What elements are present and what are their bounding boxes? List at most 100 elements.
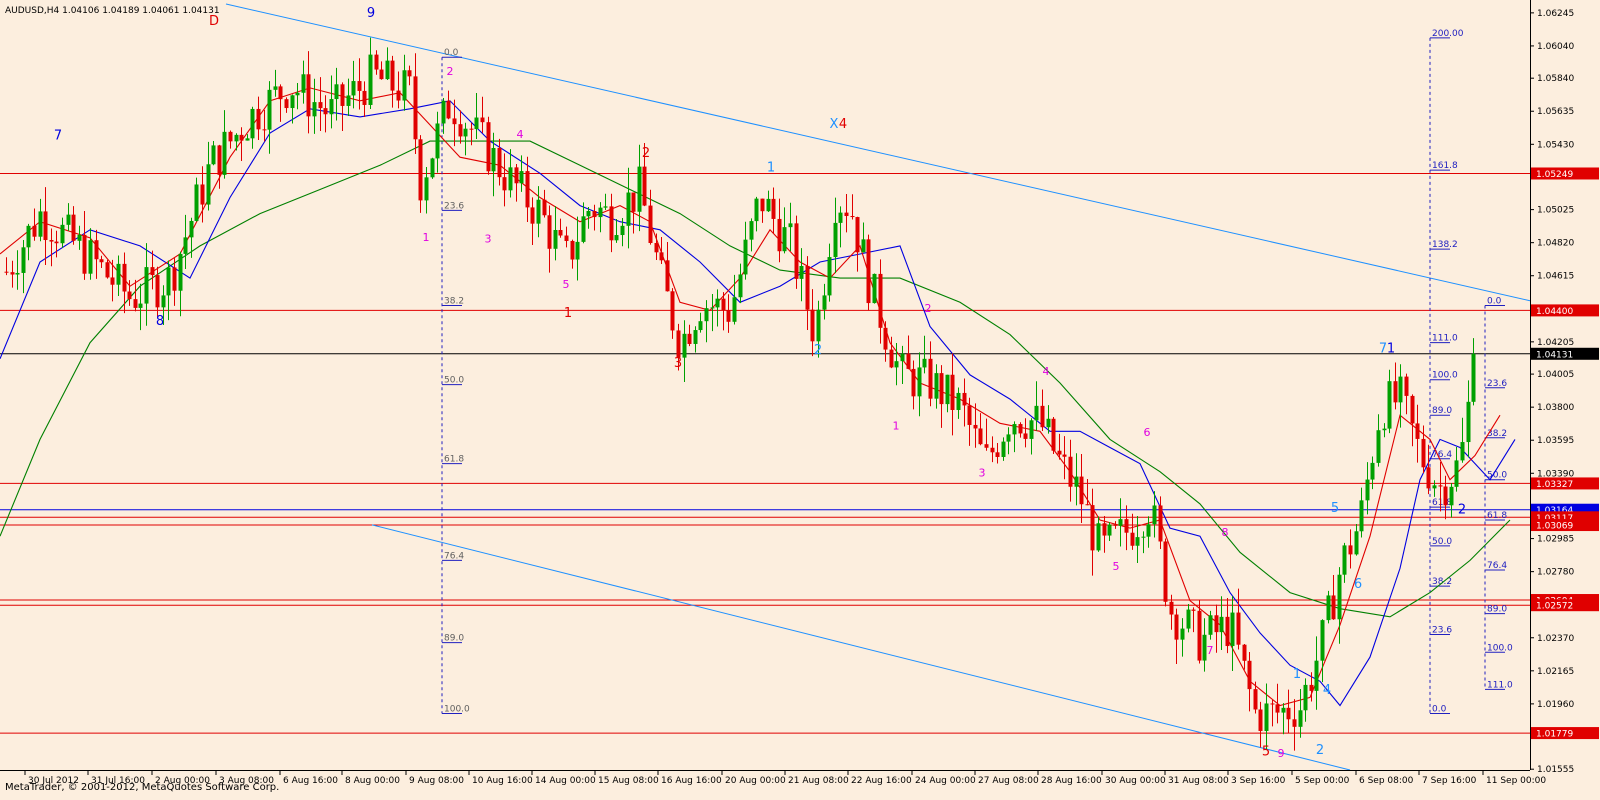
candle-body-68 <box>385 60 390 80</box>
wave-label-30: 9 <box>1278 747 1285 760</box>
candle-body-180 <box>1012 424 1017 435</box>
candle-body-125 <box>704 308 709 322</box>
candle-body-22 <box>127 291 132 300</box>
candle-body-171 <box>962 392 967 406</box>
candle-body-242 <box>1359 500 1364 532</box>
candle-body-246 <box>1382 428 1387 431</box>
price-box-label: 1.04131 <box>1536 350 1573 360</box>
candle-body-208 <box>1169 601 1174 615</box>
candle-body-148 <box>833 222 838 258</box>
x-tick-label: 11 Sep 00:00 <box>1486 776 1546 786</box>
candle-body-134 <box>754 198 759 222</box>
candle-body-174 <box>978 428 983 445</box>
candle-body-13 <box>77 234 82 241</box>
candle-body-155 <box>872 273 877 304</box>
candle-body-112 <box>631 192 636 212</box>
candle-body-260 <box>1460 442 1465 461</box>
candle-body-84 <box>474 117 479 130</box>
candle-body-115 <box>648 205 653 244</box>
candle-body-158 <box>889 349 894 368</box>
candle-body-29 <box>166 267 171 296</box>
candle-body-244 <box>1370 462 1375 480</box>
wave-label-2: 7 <box>54 128 62 143</box>
wave-label-17: 1 <box>893 420 900 433</box>
x-tick-label: 9 Aug 08:00 <box>409 776 464 786</box>
y-tick-label: 1.05430 <box>1537 140 1574 150</box>
candle-body-67 <box>379 69 384 80</box>
candle-body-219 <box>1230 612 1235 647</box>
candle-body-259 <box>1454 460 1459 487</box>
wave-label-15: 2 <box>814 343 822 358</box>
wave-label-12: 1 <box>767 161 775 176</box>
candle-body-5 <box>32 225 37 237</box>
candle-body-161 <box>906 353 911 369</box>
candle-body-234 <box>1314 660 1319 691</box>
x-tick-label: 27 Aug 08:00 <box>978 776 1039 786</box>
price-box-label: 1.03327 <box>1536 480 1573 490</box>
candle-body-167 <box>939 373 944 405</box>
candle-body-194 <box>1090 505 1095 551</box>
candle-body-202 <box>1135 537 1140 546</box>
candle-body-225 <box>1264 703 1269 731</box>
candle-body-256 <box>1438 485 1443 487</box>
candle-body-221 <box>1242 644 1247 661</box>
candle-body-117 <box>659 252 664 261</box>
candle-body-129 <box>726 310 731 322</box>
candle-body-15 <box>88 240 93 274</box>
y-tick-label: 1.05840 <box>1537 74 1574 84</box>
candle-body-185 <box>1040 405 1045 428</box>
candle-body-232 <box>1303 684 1308 711</box>
candle-body-1 <box>10 272 15 275</box>
fib-level-label: 23.6 <box>1487 379 1507 389</box>
fib-level-label: 111.0 <box>1432 334 1458 344</box>
wave-label-6: 3 <box>485 233 492 246</box>
candle-body-220 <box>1236 612 1241 645</box>
candle-body-133 <box>749 221 754 240</box>
candle-body-247 <box>1387 381 1392 429</box>
candle-body-66 <box>374 54 379 70</box>
candle-body-198 <box>1113 524 1118 526</box>
candle-body-173 <box>973 424 978 429</box>
candle-body-229 <box>1286 707 1291 720</box>
candle-body-147 <box>827 257 832 296</box>
candle-body-175 <box>984 444 989 448</box>
candle-body-94 <box>530 207 535 224</box>
candle-body-12 <box>71 214 76 241</box>
copyright-footer: MetaTrader, © 2001-2012, MetaQuotes Soft… <box>5 782 279 793</box>
x-tick-label: 15 Aug 08:00 <box>598 776 659 786</box>
candle-body-65 <box>368 54 373 105</box>
wave-label-1: 9 <box>367 6 375 21</box>
candle-body-237 <box>1331 595 1336 620</box>
candle-body-3 <box>21 247 26 273</box>
x-tick-label: 8 Aug 00:00 <box>345 776 400 786</box>
candle-body-146 <box>822 295 827 310</box>
candle-body-258 <box>1449 486 1454 506</box>
candle-body-189 <box>1062 454 1067 457</box>
candle-body-62 <box>351 81 356 96</box>
fib-level-label: 23.6 <box>1432 626 1452 636</box>
fib-level-label: 76.4 <box>1487 561 1507 571</box>
candle-body-218 <box>1225 616 1230 647</box>
fib-level-label: 111.0 <box>1487 680 1513 690</box>
candle-body-96 <box>542 199 547 216</box>
candle-body-71 <box>402 70 407 101</box>
candle-body-118 <box>665 260 670 292</box>
candle-body-197 <box>1107 524 1112 536</box>
candle-body-42 <box>239 134 244 141</box>
fib-level-label: 76.4 <box>444 551 464 561</box>
candle-body-140 <box>788 223 793 228</box>
candle-body-60 <box>340 84 345 106</box>
wave-label-19: 4 <box>1043 365 1050 378</box>
candle-body-176 <box>990 447 995 453</box>
fib-level-label: 23.6 <box>444 201 464 211</box>
candle-body-195 <box>1096 523 1101 551</box>
candle-body-211 <box>1186 609 1191 629</box>
candle-body-122 <box>687 333 692 344</box>
price-chart[interactable]: 0.023.638.250.061.876.489.0100.0200.0016… <box>0 0 1600 800</box>
x-tick-label: 24 Aug 00:00 <box>915 776 976 786</box>
chart-background <box>0 0 1600 800</box>
chart-window[interactable]: 0.0 23.6 38.2 50.0 61.8 76.4 89.0 100.0 200.00 16… <box>0 0 1600 800</box>
wave-label-33: 2 <box>1458 503 1466 518</box>
y-tick-label: 1.02165 <box>1537 667 1574 677</box>
candle-body-23 <box>133 299 138 308</box>
